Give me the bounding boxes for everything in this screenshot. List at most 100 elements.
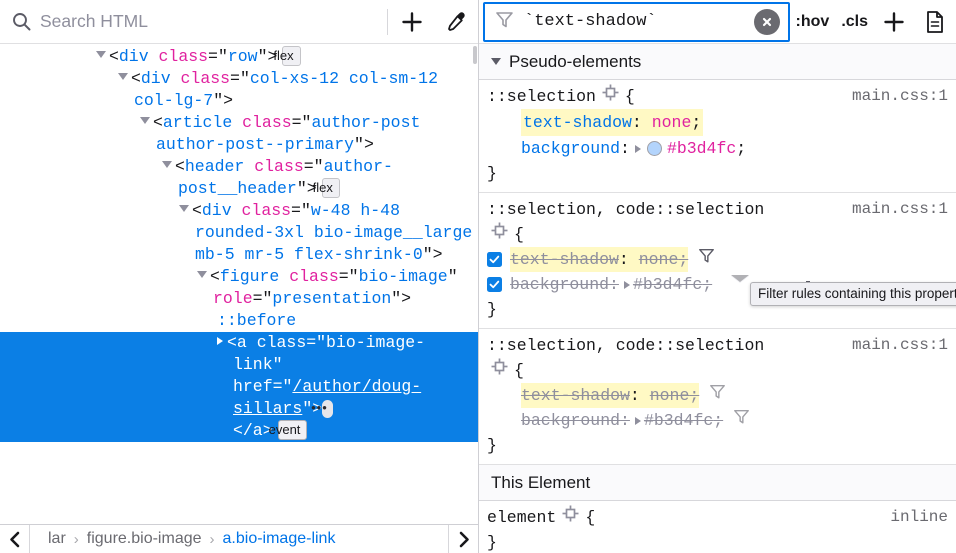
css-value[interactable]: #b3d4fc xyxy=(633,272,702,297)
expand-twisty-icon[interactable] xyxy=(162,161,172,168)
node-tag: figure xyxy=(219,267,280,286)
node-attr-name: role xyxy=(213,289,253,308)
html-tree-node[interactable]: ::before xyxy=(0,310,478,332)
css-value[interactable]: #b3d4fc xyxy=(667,136,736,161)
rule-selector-row[interactable]: element { inline xyxy=(479,505,956,530)
display-badge[interactable]: flex xyxy=(273,46,301,66)
css-declaration[interactable]: background: #b3d4fc; xyxy=(479,136,956,161)
hover-states-button[interactable]: :hov xyxy=(790,0,836,44)
html-tree-node[interactable]: <div class="col-xs-12 col-sm-12 col-lg-7… xyxy=(0,68,478,112)
node-attr-name: class xyxy=(241,201,292,220)
event-badge[interactable]: event xyxy=(269,420,308,440)
declaration-enabled-checkbox[interactable] xyxy=(487,252,502,267)
breadcrumb-item[interactable]: figure.bio-image xyxy=(83,530,206,548)
css-rule-element[interactable]: element { inline } xyxy=(479,501,956,553)
expand-twisty-icon[interactable] xyxy=(140,117,150,124)
eyedropper-icon xyxy=(448,11,465,31)
html-tree-node[interactable]: <div class="w-48 h-48 rounded-3xl bio-im… xyxy=(0,200,478,266)
node-punct: < xyxy=(175,157,185,176)
display-badge[interactable]: flex xyxy=(313,178,340,198)
css-rule[interactable]: ::selection, code::selection main.css:1 xyxy=(479,193,956,329)
section-header-pseudo-elements[interactable]: Pseudo-elements xyxy=(479,44,956,80)
rule-selector[interactable]: element xyxy=(487,505,556,530)
add-node-button[interactable] xyxy=(390,0,434,44)
print-styles-button[interactable] xyxy=(914,0,956,44)
html-tree-node[interactable]: <header class="author-post__header">flex xyxy=(0,156,478,200)
search-input[interactable]: Search HTML xyxy=(0,0,385,44)
shape-toggle-icon[interactable] xyxy=(602,84,619,109)
node-punct: < xyxy=(192,201,202,220)
html-tree-node[interactable]: <figure class="bio-image" role="presenta… xyxy=(0,266,478,310)
expand-twisty-icon[interactable] xyxy=(197,271,207,278)
shape-toggle-icon[interactable] xyxy=(491,222,508,247)
rule-source-link[interactable]: main.css:1 xyxy=(842,84,948,109)
expand-twisty-icon[interactable] xyxy=(96,51,106,58)
html-tree-node-selected[interactable]: <a class="bio-image-link" href="/author/… xyxy=(0,332,478,442)
css-property[interactable]: background xyxy=(521,408,620,433)
html-tree[interactable]: <div class="row">flex <div class="col-xs-… xyxy=(0,44,478,442)
node-tag: div xyxy=(201,201,232,220)
eyedropper-button[interactable] xyxy=(434,0,478,44)
css-rule[interactable]: ::selection, code::selection main.css:1 xyxy=(479,329,956,465)
breadcrumb-item[interactable]: lar xyxy=(44,530,70,548)
breadcrumb-scroll-right-button[interactable] xyxy=(448,525,478,553)
collapse-twisty-icon[interactable] xyxy=(217,337,223,345)
css-declaration[interactable]: text-shadow: none; xyxy=(479,383,956,408)
rules-list[interactable]: Pseudo-elements ::selection {main.css:1… xyxy=(479,44,956,553)
breadcrumb-item[interactable]: a.bio-image-link xyxy=(219,530,340,548)
css-property[interactable]: background xyxy=(521,136,620,161)
add-rule-button[interactable] xyxy=(874,0,914,44)
class-panel-button[interactable]: .cls xyxy=(835,0,874,44)
breadcrumb-items[interactable]: lar › figure.bio-image › a.bio-image-link xyxy=(30,530,339,548)
rule-source-link[interactable]: main.css:1 xyxy=(842,197,948,222)
rule-selector[interactable]: ::selection xyxy=(487,84,596,109)
html-tree-container[interactable]: <div class="row">flex <div class="col-xs-… xyxy=(0,44,478,524)
expand-shorthand-icon[interactable] xyxy=(634,416,641,425)
css-property[interactable]: background xyxy=(510,272,609,297)
filter-property-icon[interactable] xyxy=(733,408,750,433)
rule-selector-row[interactable]: ::selection { main.css:1 xyxy=(479,84,956,109)
filter-styles-input[interactable]: `text-shadow` xyxy=(483,1,790,42)
css-value[interactable]: none xyxy=(650,386,690,405)
node-tag: article xyxy=(162,113,233,132)
node-punct: =" xyxy=(306,333,327,352)
filter-property-icon[interactable] xyxy=(698,247,715,272)
css-property[interactable]: text-shadow xyxy=(521,386,630,405)
declaration-enabled-checkbox[interactable] xyxy=(487,277,502,292)
html-tree-node[interactable]: <div class="row">flex xyxy=(0,46,478,68)
devtools-inspector: Search HTML <div class="row">flex <div cl… xyxy=(0,0,956,553)
rule-source-link[interactable]: main.css:1 xyxy=(842,333,948,358)
search-icon xyxy=(12,12,31,31)
rule-selector-row[interactable]: ::selection, code::selection main.css:1 xyxy=(479,197,956,222)
expand-twisty-icon[interactable] xyxy=(179,205,189,212)
expand-twisty-icon[interactable] xyxy=(118,73,128,80)
rule-selector[interactable]: ::selection, code::selection xyxy=(487,197,764,222)
expand-shorthand-icon[interactable] xyxy=(623,280,630,289)
breadcrumb[interactable]: lar › figure.bio-image › a.bio-image-link xyxy=(0,524,478,553)
expand-shorthand-icon[interactable] xyxy=(634,144,641,153)
breadcrumb-scroll-left-button[interactable] xyxy=(0,525,30,553)
section-header-this-element[interactable]: This Element xyxy=(479,465,956,501)
html-tree-scrollbar[interactable] xyxy=(473,46,477,64)
collapsed-children-badge[interactable]: ••• xyxy=(311,400,333,418)
css-value[interactable]: #b3d4fc xyxy=(644,408,713,433)
node-tag: header xyxy=(184,157,245,176)
shape-toggle-icon[interactable] xyxy=(491,358,508,383)
css-property[interactable]: text-shadow xyxy=(523,113,632,132)
css-property[interactable]: text-shadow xyxy=(510,250,619,269)
css-value[interactable]: none xyxy=(639,250,679,269)
css-rule[interactable]: ::selection { main.css:1 text-shadow: no… xyxy=(479,80,956,193)
rule-selector-row[interactable]: ::selection, code::selection main.css:1 xyxy=(479,333,956,358)
css-declaration[interactable]: text-shadow: none; xyxy=(479,109,956,136)
filter-property-icon[interactable] xyxy=(709,383,726,408)
css-value[interactable]: none xyxy=(652,113,692,132)
shape-toggle-icon[interactable] xyxy=(562,505,579,530)
html-tree-node[interactable]: <article class="author-post author-post-… xyxy=(0,112,478,156)
node-punct xyxy=(232,113,242,132)
search-placeholder-text: Search HTML xyxy=(40,11,148,31)
clear-filter-button[interactable] xyxy=(753,8,780,35)
color-swatch[interactable] xyxy=(646,141,662,156)
rule-selector[interactable]: ::selection, code::selection xyxy=(487,333,764,358)
css-declaration[interactable]: background: #b3d4fc; xyxy=(479,408,956,433)
css-declaration[interactable]: text-shadow: none; xyxy=(479,247,956,272)
